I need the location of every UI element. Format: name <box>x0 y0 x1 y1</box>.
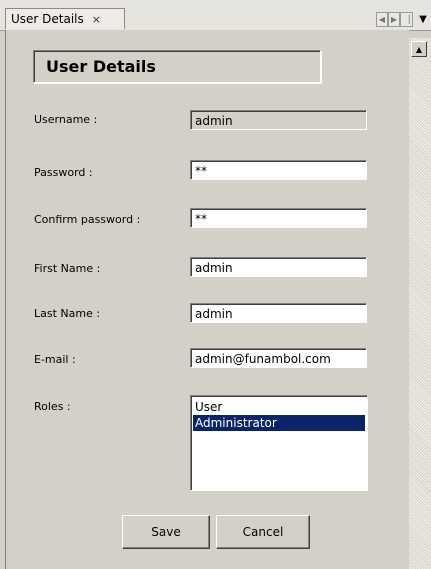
arrow-right-icon[interactable]: ▶ <box>388 12 400 27</box>
password-label: Password : <box>34 166 93 179</box>
roles-option-user[interactable]: User <box>193 399 365 415</box>
cancel-button[interactable]: Cancel <box>216 515 310 549</box>
last-name-label: Last Name : <box>34 307 101 320</box>
close-icon[interactable]: × <box>92 13 101 26</box>
arrow-up-icon[interactable]: ▲ <box>411 41 427 57</box>
save-button[interactable]: Save <box>122 515 210 549</box>
first-name-label: First Name : <box>34 262 101 275</box>
roles-option-administrator[interactable]: Administrator <box>193 415 365 431</box>
email-field[interactable]: admin@funambol.com <box>190 348 367 368</box>
first-name-field[interactable]: admin <box>190 257 367 277</box>
page-title: User Details <box>46 57 156 76</box>
tab-bar: User Details × ◀ ▶ ▕ ▼ <box>0 0 431 31</box>
username-label: Username : <box>34 113 98 126</box>
roles-label: Roles : <box>34 400 71 413</box>
chevron-down-icon[interactable]: ▼ <box>416 12 430 27</box>
password-field[interactable]: ** <box>190 160 367 180</box>
tab-user-details[interactable]: User Details × <box>5 8 125 29</box>
arrow-left-icon[interactable]: ◀ <box>376 12 388 27</box>
last-name-field[interactable]: admin <box>190 303 367 323</box>
username-field: admin <box>190 110 367 130</box>
confirm-password-field[interactable]: ** <box>190 208 367 228</box>
confirm-password-label: Confirm password : <box>34 213 141 226</box>
page-title-box: User Details <box>33 50 321 83</box>
vertical-scrollbar[interactable] <box>409 38 431 569</box>
roles-listbox[interactable]: User Administrator <box>190 395 368 491</box>
tab-label: User Details <box>11 12 84 26</box>
arrow-bar-icon: ▕ <box>400 12 413 27</box>
email-label: E-mail : <box>34 353 76 366</box>
